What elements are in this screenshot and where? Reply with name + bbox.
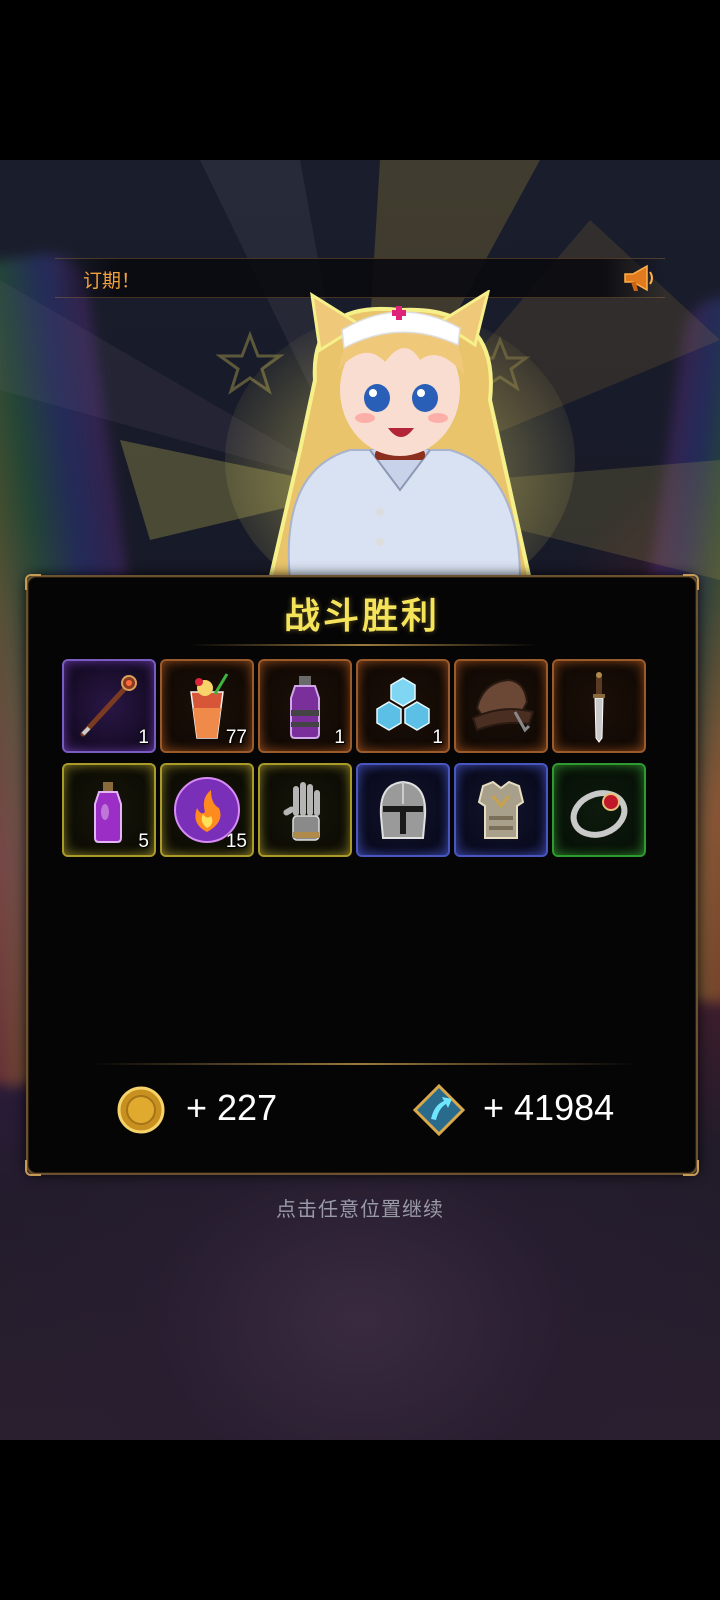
hat-icon — [471, 678, 535, 733]
item-quantity: 15 — [225, 831, 247, 852]
item-slot-dagger[interactable] — [552, 659, 646, 753]
item-quantity: 77 — [225, 727, 247, 748]
helmet-icon — [379, 780, 427, 839]
item-slot-ring[interactable] — [552, 763, 646, 857]
item-slot-crystal-cluster[interactable]: 1 — [356, 659, 450, 753]
rewards-divider — [88, 1063, 636, 1065]
small-potion-icon — [94, 782, 122, 843]
nurse-character-portrait — [225, 290, 575, 580]
chest-armor-icon — [477, 780, 525, 839]
victory-title: 战斗胜利 — [283, 596, 440, 637]
potion-bottle-icon — [290, 676, 320, 739]
item-quantity: 1 — [432, 727, 443, 748]
notice-text: 订期！ — [83, 270, 141, 292]
item-quantity: 5 — [138, 831, 149, 852]
item-quantity: 1 — [138, 727, 149, 748]
tap-to-continue-hint: 点击任意位置继续 — [276, 1197, 444, 1221]
item-slot-gauntlet[interactable] — [258, 763, 352, 857]
item-slot-small-potion[interactable]: 5 — [62, 763, 156, 857]
panel-corner-ornament — [25, 1160, 41, 1176]
ring-icon — [570, 790, 628, 838]
battle-result-panel: 战斗胜利 1 77 1 1 5 15 + 227 + 41984 — [25, 574, 699, 1176]
staff-icon — [80, 675, 137, 737]
item-slot-hat[interactable] — [454, 659, 548, 753]
item-quantity: 1 — [334, 727, 345, 748]
megaphone-icon[interactable] — [621, 261, 657, 295]
gold-reward-amount: + 227 — [186, 1087, 278, 1128]
exp-arrow-icon — [412, 1083, 466, 1137]
gauntlet-icon — [283, 782, 320, 841]
item-slot-potion-bottle[interactable]: 1 — [258, 659, 352, 753]
item-slot-staff[interactable]: 1 — [62, 659, 156, 753]
gold-coin-icon — [117, 1086, 165, 1134]
item-slot-fire-orb[interactable]: 15 — [160, 763, 254, 857]
dagger-icon — [593, 672, 605, 743]
crystal-icon — [376, 677, 430, 731]
title-divider — [188, 644, 538, 646]
panel-corner-ornament — [683, 1160, 699, 1176]
item-slot-helmet[interactable] — [356, 763, 450, 857]
exp-reward-amount: + 41984 — [483, 1087, 615, 1128]
item-slot-chest-armor[interactable] — [454, 763, 548, 857]
item-slot-cocktail[interactable]: 77 — [160, 659, 254, 753]
